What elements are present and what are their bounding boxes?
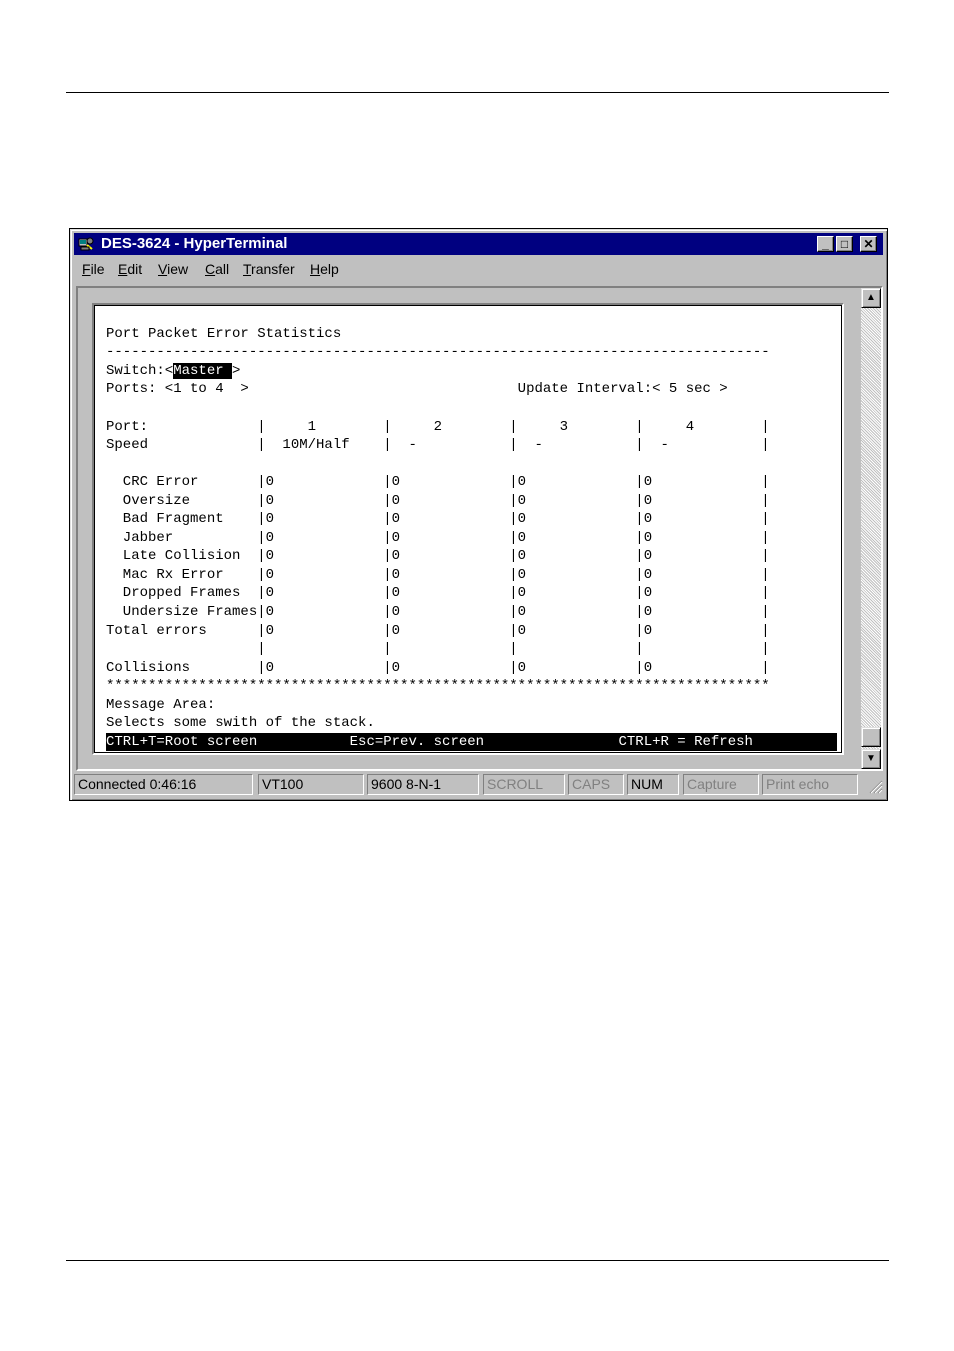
table-row: Late Collision |0 |0 |0 |0 | [106, 548, 770, 564]
scroll-up-button[interactable]: ▲ [861, 288, 881, 308]
minimize-button[interactable]: _ [817, 236, 834, 252]
terminal-hotkey-bar: CTRL+T=Root screen Esc=Prev. screen CTRL… [106, 733, 837, 751]
resize-grip-icon[interactable] [869, 780, 883, 794]
status-bar: Connected 0:46:16 VT100 9600 8-N-1 SCROL… [74, 774, 885, 796]
hyperterminal-app-icon[interactable] [78, 236, 94, 252]
switch-label: Switch:< [106, 363, 174, 379]
status-capture: Capture [683, 774, 759, 795]
vertical-scrollbar[interactable]: ▲ ▼ [861, 288, 881, 769]
screen-title: Port Packet Error Statistics [106, 326, 342, 342]
title-bar[interactable]: DES-3624 - HyperTerminal _ □ ✕ [74, 233, 883, 255]
page-top-rule [66, 92, 889, 93]
status-print-echo: Print echo [762, 774, 858, 795]
menu-bar: File Edit View Call Transfer Help [74, 259, 883, 281]
switch-close: > [232, 363, 241, 379]
table-row: Dropped Frames |0 |0 |0 |0 | [106, 585, 770, 601]
close-button[interactable]: ✕ [860, 236, 877, 252]
ports-line: Ports: <1 to 4 > Update Interval:< 5 sec… [106, 381, 728, 397]
status-settings: 9600 8-N-1 [367, 774, 479, 795]
port-header: Port: | 1 | 2 | 3 | 4 | [106, 419, 770, 435]
status-scroll: SCROLL [483, 774, 565, 795]
scroll-down-button[interactable]: ▼ [861, 749, 881, 769]
terminal-screen[interactable]: Port Packet Error Statistics -----------… [92, 303, 844, 755]
page-bottom-rule [66, 1260, 889, 1261]
switch-line: Switch:<Master > [106, 362, 240, 380]
menu-file[interactable]: File [82, 261, 105, 277]
status-caps: CAPS [568, 774, 624, 795]
status-emulation: VT100 [258, 774, 364, 795]
maximize-button[interactable]: □ [836, 236, 853, 252]
scroll-thumb[interactable] [861, 727, 881, 747]
table-row: Total errors |0 |0 |0 |0 | [106, 623, 770, 639]
menu-help[interactable]: Help [310, 261, 339, 277]
menu-edit[interactable]: Edit [118, 261, 142, 277]
table-row: CRC Error |0 |0 |0 |0 | [106, 474, 770, 490]
menu-transfer[interactable]: Transfer [243, 261, 295, 277]
table-row: Mac Rx Error |0 |0 |0 |0 | [106, 567, 770, 583]
status-num: NUM [627, 774, 679, 795]
menu-view[interactable]: View [158, 261, 188, 277]
status-connected: Connected 0:46:16 [74, 774, 253, 795]
message-area-label: Message Area: [106, 697, 216, 713]
window-title: DES-3624 - HyperTerminal [101, 235, 288, 252]
table-row: | | | | | [106, 641, 770, 657]
table-row: Collisions |0 |0 |0 |0 | [106, 660, 770, 676]
table-row: Jabber |0 |0 |0 |0 | [106, 530, 770, 546]
hyperterminal-window: DES-3624 - HyperTerminal _ □ ✕ File Edit… [69, 228, 888, 801]
message-text: Selects some swith of the stack. [106, 715, 375, 731]
terminal-frame: Port Packet Error Statistics -----------… [76, 286, 883, 771]
table-row: Oversize |0 |0 |0 |0 | [106, 493, 770, 509]
table-row: Undersize Frames|0 |0 |0 |0 | [106, 604, 770, 620]
speed-line: Speed | 10M/Half | - | - | - | [106, 437, 770, 453]
terminal-area[interactable]: Port Packet Error Statistics -----------… [78, 288, 861, 769]
switch-value-field[interactable]: Master [173, 363, 233, 379]
stars-line: ****************************************… [106, 678, 770, 694]
table-row: Bad Fragment |0 |0 |0 |0 | [106, 511, 770, 527]
menu-call[interactable]: Call [205, 261, 229, 277]
separator-line: ----------------------------------------… [106, 344, 770, 360]
